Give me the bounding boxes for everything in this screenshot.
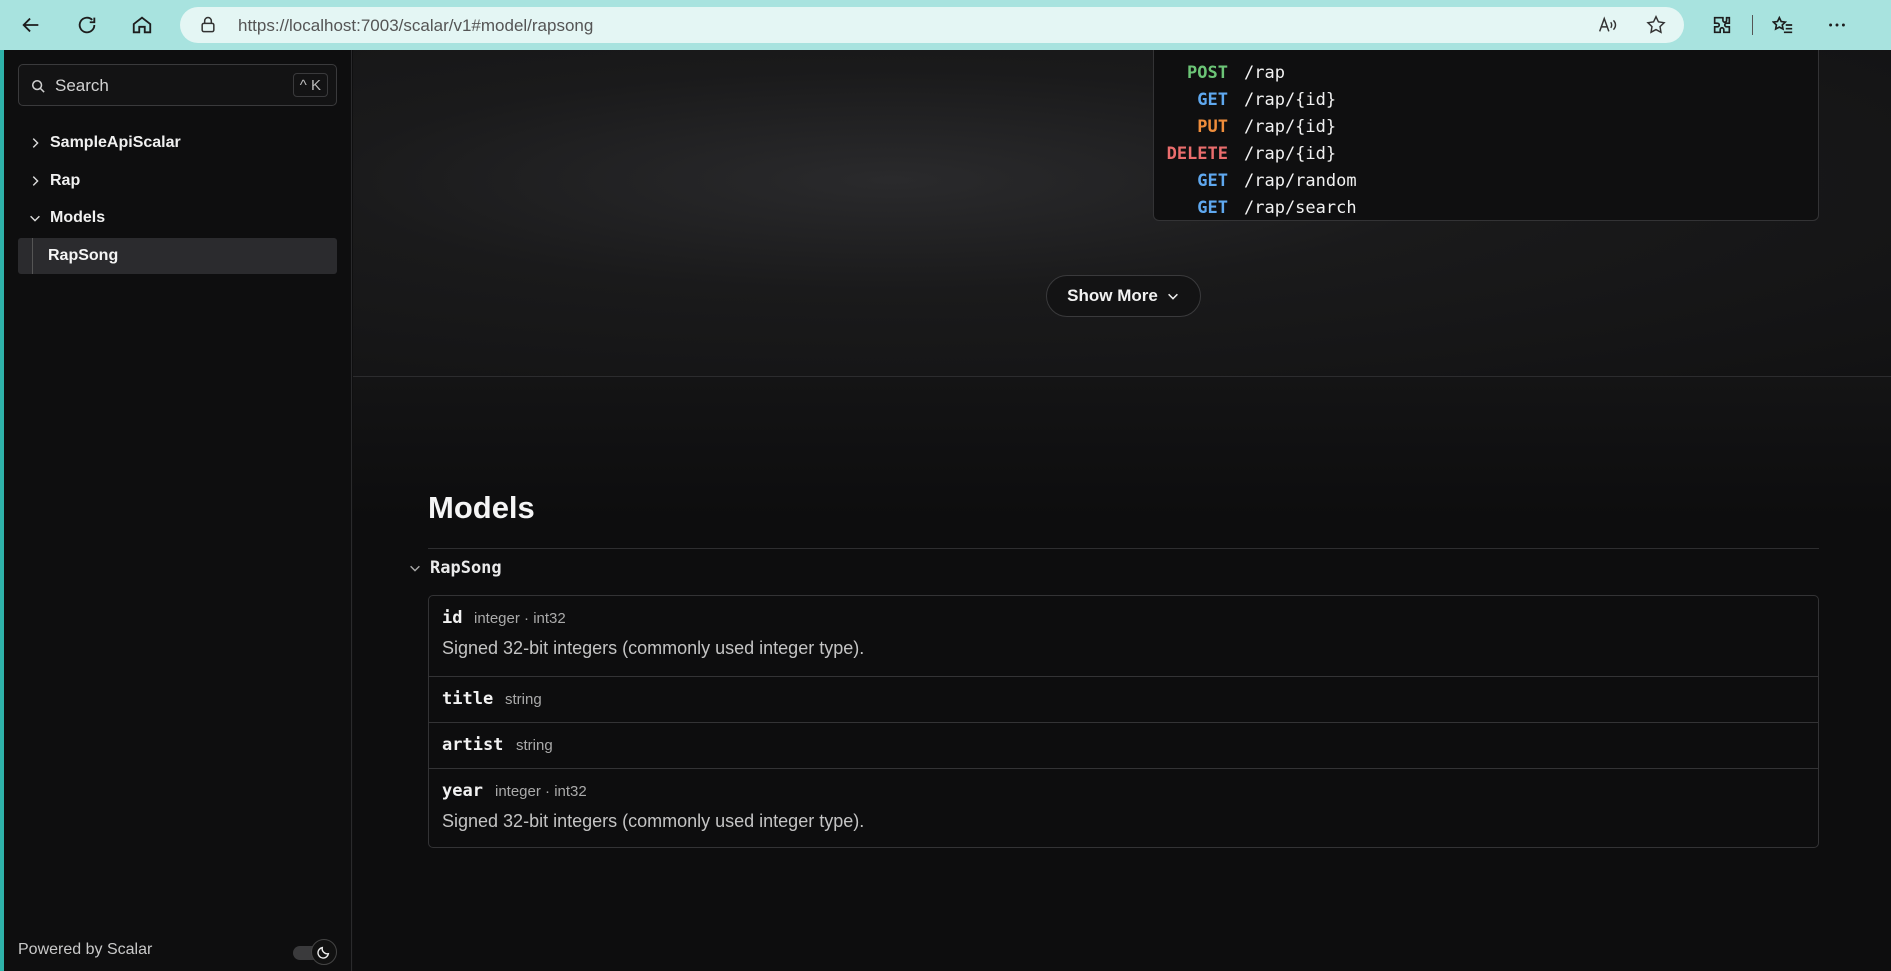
sidebar-item-rapsong[interactable]: RapSong (18, 238, 337, 274)
endpoint-row[interactable]: GET/rap/random (1154, 167, 1818, 194)
sidebar-item-models[interactable]: Models (18, 200, 337, 236)
dark-mode-toggle[interactable] (293, 939, 337, 965)
endpoint-row[interactable]: GET/rap/search (1154, 194, 1818, 221)
property-row: year integer · int32 Signed 32-bit integ… (429, 768, 1818, 848)
back-arrow-icon (22, 17, 39, 33)
property-description: Signed 32-bit integers (commonly used in… (442, 638, 865, 658)
extensions-puzzle-icon (1713, 16, 1731, 34)
property-type: string (505, 691, 542, 708)
home-icon (132, 16, 152, 34)
endpoint-path: /rap/search (1244, 197, 1357, 218)
model-toggle-rapsong[interactable]: RapSong (408, 558, 502, 578)
method-badge: GET (1197, 197, 1228, 218)
property-name: id (442, 608, 463, 628)
chevron-down-icon (1167, 293, 1178, 300)
property-type: integer · int32 (495, 783, 587, 800)
endpoint-path: /rap/{id} (1244, 116, 1337, 137)
property-description: Signed 32-bit integers (commonly used in… (442, 811, 865, 831)
endpoint-path: /rap/{id} (1244, 89, 1337, 110)
moon-icon (311, 939, 337, 965)
property-row: artist string (429, 722, 1818, 768)
reload-icon (78, 16, 96, 34)
show-more-button[interactable]: Show More (1046, 275, 1201, 317)
sidebar-item-sampleapiscalar[interactable]: SampleApiScalar (18, 125, 337, 161)
models-heading: Models (428, 490, 535, 525)
home-button[interactable] (127, 10, 157, 40)
search-icon (31, 79, 45, 93)
property-name: artist (442, 735, 504, 755)
favorites-button[interactable] (1768, 10, 1798, 40)
endpoint-path: /rap (1244, 62, 1285, 83)
method-badge: POST (1187, 62, 1228, 83)
property-row: id integer · int32 Signed 32-bit integer… (429, 596, 1818, 676)
reload-button[interactable] (72, 10, 102, 40)
url-path: :7003/scalar/v1#model/rapsong (356, 16, 594, 35)
chevron-down-icon (410, 565, 420, 572)
property-row: title string (429, 676, 1818, 722)
chevron-down-icon (30, 215, 40, 222)
model-properties: id integer · int32 Signed 32-bit integer… (428, 595, 1819, 848)
property-name: year (442, 781, 483, 801)
chevron-right-icon (32, 138, 39, 148)
divider (428, 548, 1819, 549)
favorite-star-icon[interactable] (1645, 14, 1667, 36)
chevron-right-icon (32, 176, 39, 186)
url-text[interactable]: https://localhost:7003/scalar/v1#model/r… (238, 16, 593, 36)
sidebar-item-label: RapSong (48, 247, 119, 264)
sidebar: Search ^ K SampleApiScalar Rap Models Ra… (4, 50, 352, 971)
endpoint-row[interactable]: POST/rap (1154, 59, 1818, 86)
method-badge: PUT (1197, 116, 1228, 137)
property-type: integer · int32 (474, 610, 566, 627)
browser-toolbar: https://localhost:7003/scalar/v1#model/r… (0, 0, 1891, 50)
endpoint-row[interactable]: DELETE/rap/{id} (1154, 140, 1818, 167)
endpoint-row[interactable]: GET/rap/{id} (1154, 86, 1818, 113)
main-content: POST/rap GET/rap/{id} PUT/rap/{id} DELET… (353, 50, 1891, 971)
endpoint-path: /rap/{id} (1244, 143, 1337, 164)
favorites-list-icon (1772, 15, 1793, 34)
property-type: string (516, 737, 553, 754)
read-aloud-icon[interactable] (1596, 14, 1618, 36)
search-button[interactable]: Search ^ K (18, 64, 337, 106)
model-name: RapSong (430, 558, 502, 578)
more-menu-button[interactable] (1822, 10, 1852, 40)
more-dots-icon (1829, 23, 1845, 27)
property-name: title (442, 689, 494, 709)
search-shortcut: ^ K (292, 73, 328, 97)
method-badge: GET (1197, 89, 1228, 110)
method-badge: DELETE (1166, 143, 1228, 164)
endpoint-row[interactable]: PUT/rap/{id} (1154, 113, 1818, 140)
url-host: https://localhost (238, 16, 357, 35)
section-fade (353, 377, 1891, 517)
lock-icon[interactable] (198, 15, 218, 35)
extensions-button[interactable] (1707, 10, 1737, 40)
search-placeholder: Search (55, 76, 109, 95)
endpoint-list: POST/rap GET/rap/{id} PUT/rap/{id} DELET… (1153, 50, 1819, 221)
sidebar-item-label: SampleApiScalar (50, 134, 181, 151)
back-button[interactable] (16, 10, 46, 40)
method-badge: GET (1197, 170, 1228, 191)
address-bar[interactable]: https://localhost:7003/scalar/v1#model/r… (180, 7, 1684, 43)
toolbar-separator (1752, 15, 1753, 35)
sidebar-item-label: Rap (50, 172, 81, 189)
sidebar-item-rap[interactable]: Rap (18, 163, 337, 199)
tree-indent-line (32, 238, 33, 274)
endpoint-path: /rap/random (1244, 170, 1357, 191)
show-more-label: Show More (1067, 286, 1158, 305)
powered-by-label[interactable]: Powered by Scalar (18, 941, 152, 959)
sidebar-item-label: Models (50, 209, 106, 226)
